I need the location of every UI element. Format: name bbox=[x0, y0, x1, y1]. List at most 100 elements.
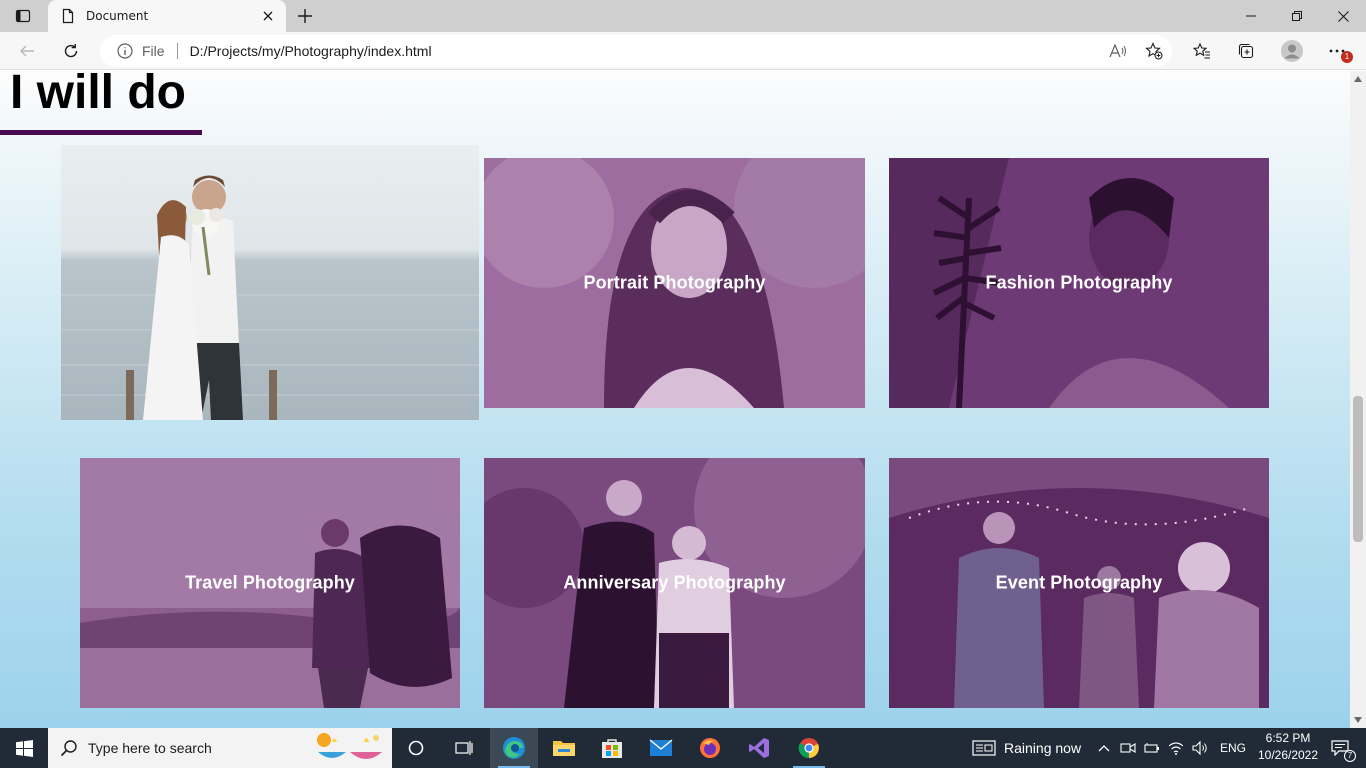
service-card-event[interactable]: Event Photography bbox=[889, 458, 1269, 708]
system-tray: ENG bbox=[1098, 728, 1246, 768]
action-center-button[interactable]: 7 bbox=[1320, 728, 1360, 768]
service-card-anniversary[interactable]: Anniversary Photography bbox=[484, 458, 865, 708]
tab-title: Document bbox=[86, 9, 149, 23]
start-button[interactable] bbox=[0, 728, 48, 768]
weather-widget[interactable]: Raining now bbox=[972, 728, 1081, 768]
back-arrow-icon bbox=[20, 45, 34, 57]
service-card-travel[interactable]: Travel Photography bbox=[80, 458, 460, 708]
weather-text: Raining now bbox=[1004, 740, 1082, 756]
page-scrollbar[interactable] bbox=[1350, 71, 1366, 728]
service-card-wedding[interactable] bbox=[61, 145, 479, 420]
address-actions bbox=[1100, 35, 1172, 67]
wedding-couple-photo bbox=[61, 145, 479, 420]
notification-badge: 1 bbox=[1341, 51, 1353, 63]
read-aloud-icon bbox=[1109, 43, 1126, 58]
taskbar-clock[interactable]: 6:52 PM 10/26/2022 bbox=[1252, 730, 1324, 766]
meet-now-button[interactable] bbox=[1120, 741, 1138, 755]
arrow-down-icon bbox=[1354, 717, 1362, 723]
folder-icon bbox=[553, 741, 575, 756]
windows-taskbar: Type here to search Raining now ENG 6:52… bbox=[0, 728, 1366, 768]
cortana-circle-icon bbox=[408, 740, 424, 756]
close-tab-button[interactable] bbox=[256, 4, 280, 28]
info-icon[interactable] bbox=[116, 42, 134, 60]
document-icon bbox=[62, 8, 74, 24]
taskbar-edge[interactable] bbox=[490, 728, 538, 768]
taskbar-mail[interactable] bbox=[637, 728, 685, 768]
taskbar-file-explorer[interactable] bbox=[540, 728, 588, 768]
visual-studio-icon bbox=[749, 738, 769, 758]
card-label-event: Event Photography bbox=[995, 572, 1163, 593]
card-label-anniversary: Anniversary Photography bbox=[563, 572, 786, 593]
browser-tab[interactable]: Document bbox=[48, 0, 286, 32]
wifi-icon bbox=[1168, 742, 1184, 755]
taskbar-store[interactable] bbox=[588, 728, 636, 768]
restore-icon bbox=[1292, 11, 1302, 21]
restore-button[interactable] bbox=[1274, 0, 1320, 32]
window-controls bbox=[1228, 0, 1366, 32]
volume-button[interactable] bbox=[1192, 741, 1210, 755]
refresh-button[interactable] bbox=[56, 36, 86, 66]
speaker-icon bbox=[1192, 741, 1207, 755]
read-aloud-button[interactable] bbox=[1100, 35, 1136, 67]
avatar-icon bbox=[1281, 40, 1303, 62]
favorites-icon bbox=[1193, 42, 1210, 59]
close-window-button[interactable] bbox=[1320, 0, 1366, 32]
back-button[interactable] bbox=[12, 36, 42, 66]
close-icon bbox=[1337, 10, 1349, 22]
taskbar-visual-studio[interactable] bbox=[735, 728, 783, 768]
page-heading: I will do bbox=[10, 71, 186, 119]
collections-icon bbox=[1238, 43, 1254, 59]
scroll-down-button[interactable] bbox=[1350, 712, 1366, 728]
minimize-button[interactable] bbox=[1228, 0, 1274, 32]
card-label-portrait: Portrait Photography bbox=[583, 272, 766, 293]
scrollbar-thumb[interactable] bbox=[1353, 396, 1363, 542]
service-card-portrait[interactable]: Portrait Photography bbox=[484, 158, 865, 408]
power-plug-icon bbox=[1144, 743, 1159, 753]
service-card-fashion[interactable]: Fashion Photography bbox=[889, 158, 1269, 408]
address-bar[interactable]: File D:/Projects/my/Photography/index.ht… bbox=[100, 35, 1172, 67]
store-bag-icon bbox=[602, 739, 622, 758]
chevron-up-icon bbox=[1098, 745, 1110, 752]
close-icon bbox=[263, 11, 273, 21]
add-favorite-button[interactable] bbox=[1136, 35, 1172, 67]
refresh-icon bbox=[64, 44, 78, 58]
collections-button[interactable] bbox=[1231, 36, 1261, 66]
taskbar-chrome[interactable] bbox=[785, 728, 833, 768]
card-label-travel: Travel Photography bbox=[185, 572, 355, 593]
tab-actions-icon bbox=[15, 9, 31, 23]
profile-button[interactable] bbox=[1277, 36, 1307, 66]
browser-toolbar: File D:/Projects/my/Photography/index.ht… bbox=[0, 32, 1366, 70]
arrow-up-icon bbox=[1354, 76, 1362, 82]
taskbar-firefox[interactable] bbox=[686, 728, 734, 768]
minimize-icon bbox=[1246, 15, 1256, 17]
news-weather-icon bbox=[972, 740, 996, 756]
address-url[interactable]: D:/Projects/my/Photography/index.html bbox=[190, 43, 432, 59]
network-button[interactable] bbox=[1168, 741, 1186, 755]
browser-tab-strip: Document bbox=[0, 0, 1366, 32]
address-scheme: File bbox=[142, 43, 165, 59]
scroll-up-button[interactable] bbox=[1350, 71, 1366, 87]
windows-logo-icon bbox=[15, 739, 33, 757]
plus-icon bbox=[298, 9, 312, 23]
mail-icon bbox=[649, 739, 673, 756]
chrome-icon bbox=[798, 738, 819, 759]
firefox-icon bbox=[700, 738, 720, 758]
show-hidden-icons-button[interactable] bbox=[1098, 744, 1112, 752]
clock-date: 10/26/2022 bbox=[1257, 748, 1319, 762]
tab-actions-button[interactable] bbox=[8, 4, 38, 28]
battery-button[interactable] bbox=[1144, 742, 1162, 754]
heading-underline bbox=[0, 130, 202, 135]
diwali-lamps-icon bbox=[317, 733, 382, 759]
notification-count-badge: 7 bbox=[1344, 750, 1356, 762]
taskbar-search-box[interactable]: Type here to search bbox=[48, 728, 392, 768]
address-separator bbox=[176, 43, 178, 59]
taskbar-task-view[interactable] bbox=[440, 728, 488, 768]
new-tab-button[interactable] bbox=[292, 4, 318, 28]
star-add-icon bbox=[1145, 42, 1163, 60]
favorites-button[interactable] bbox=[1187, 36, 1217, 66]
task-view-icon bbox=[455, 741, 473, 755]
taskbar-cortana[interactable] bbox=[392, 728, 440, 768]
edge-icon bbox=[503, 737, 525, 759]
language-indicator[interactable]: ENG bbox=[1220, 741, 1246, 755]
video-camera-icon bbox=[1120, 743, 1136, 753]
